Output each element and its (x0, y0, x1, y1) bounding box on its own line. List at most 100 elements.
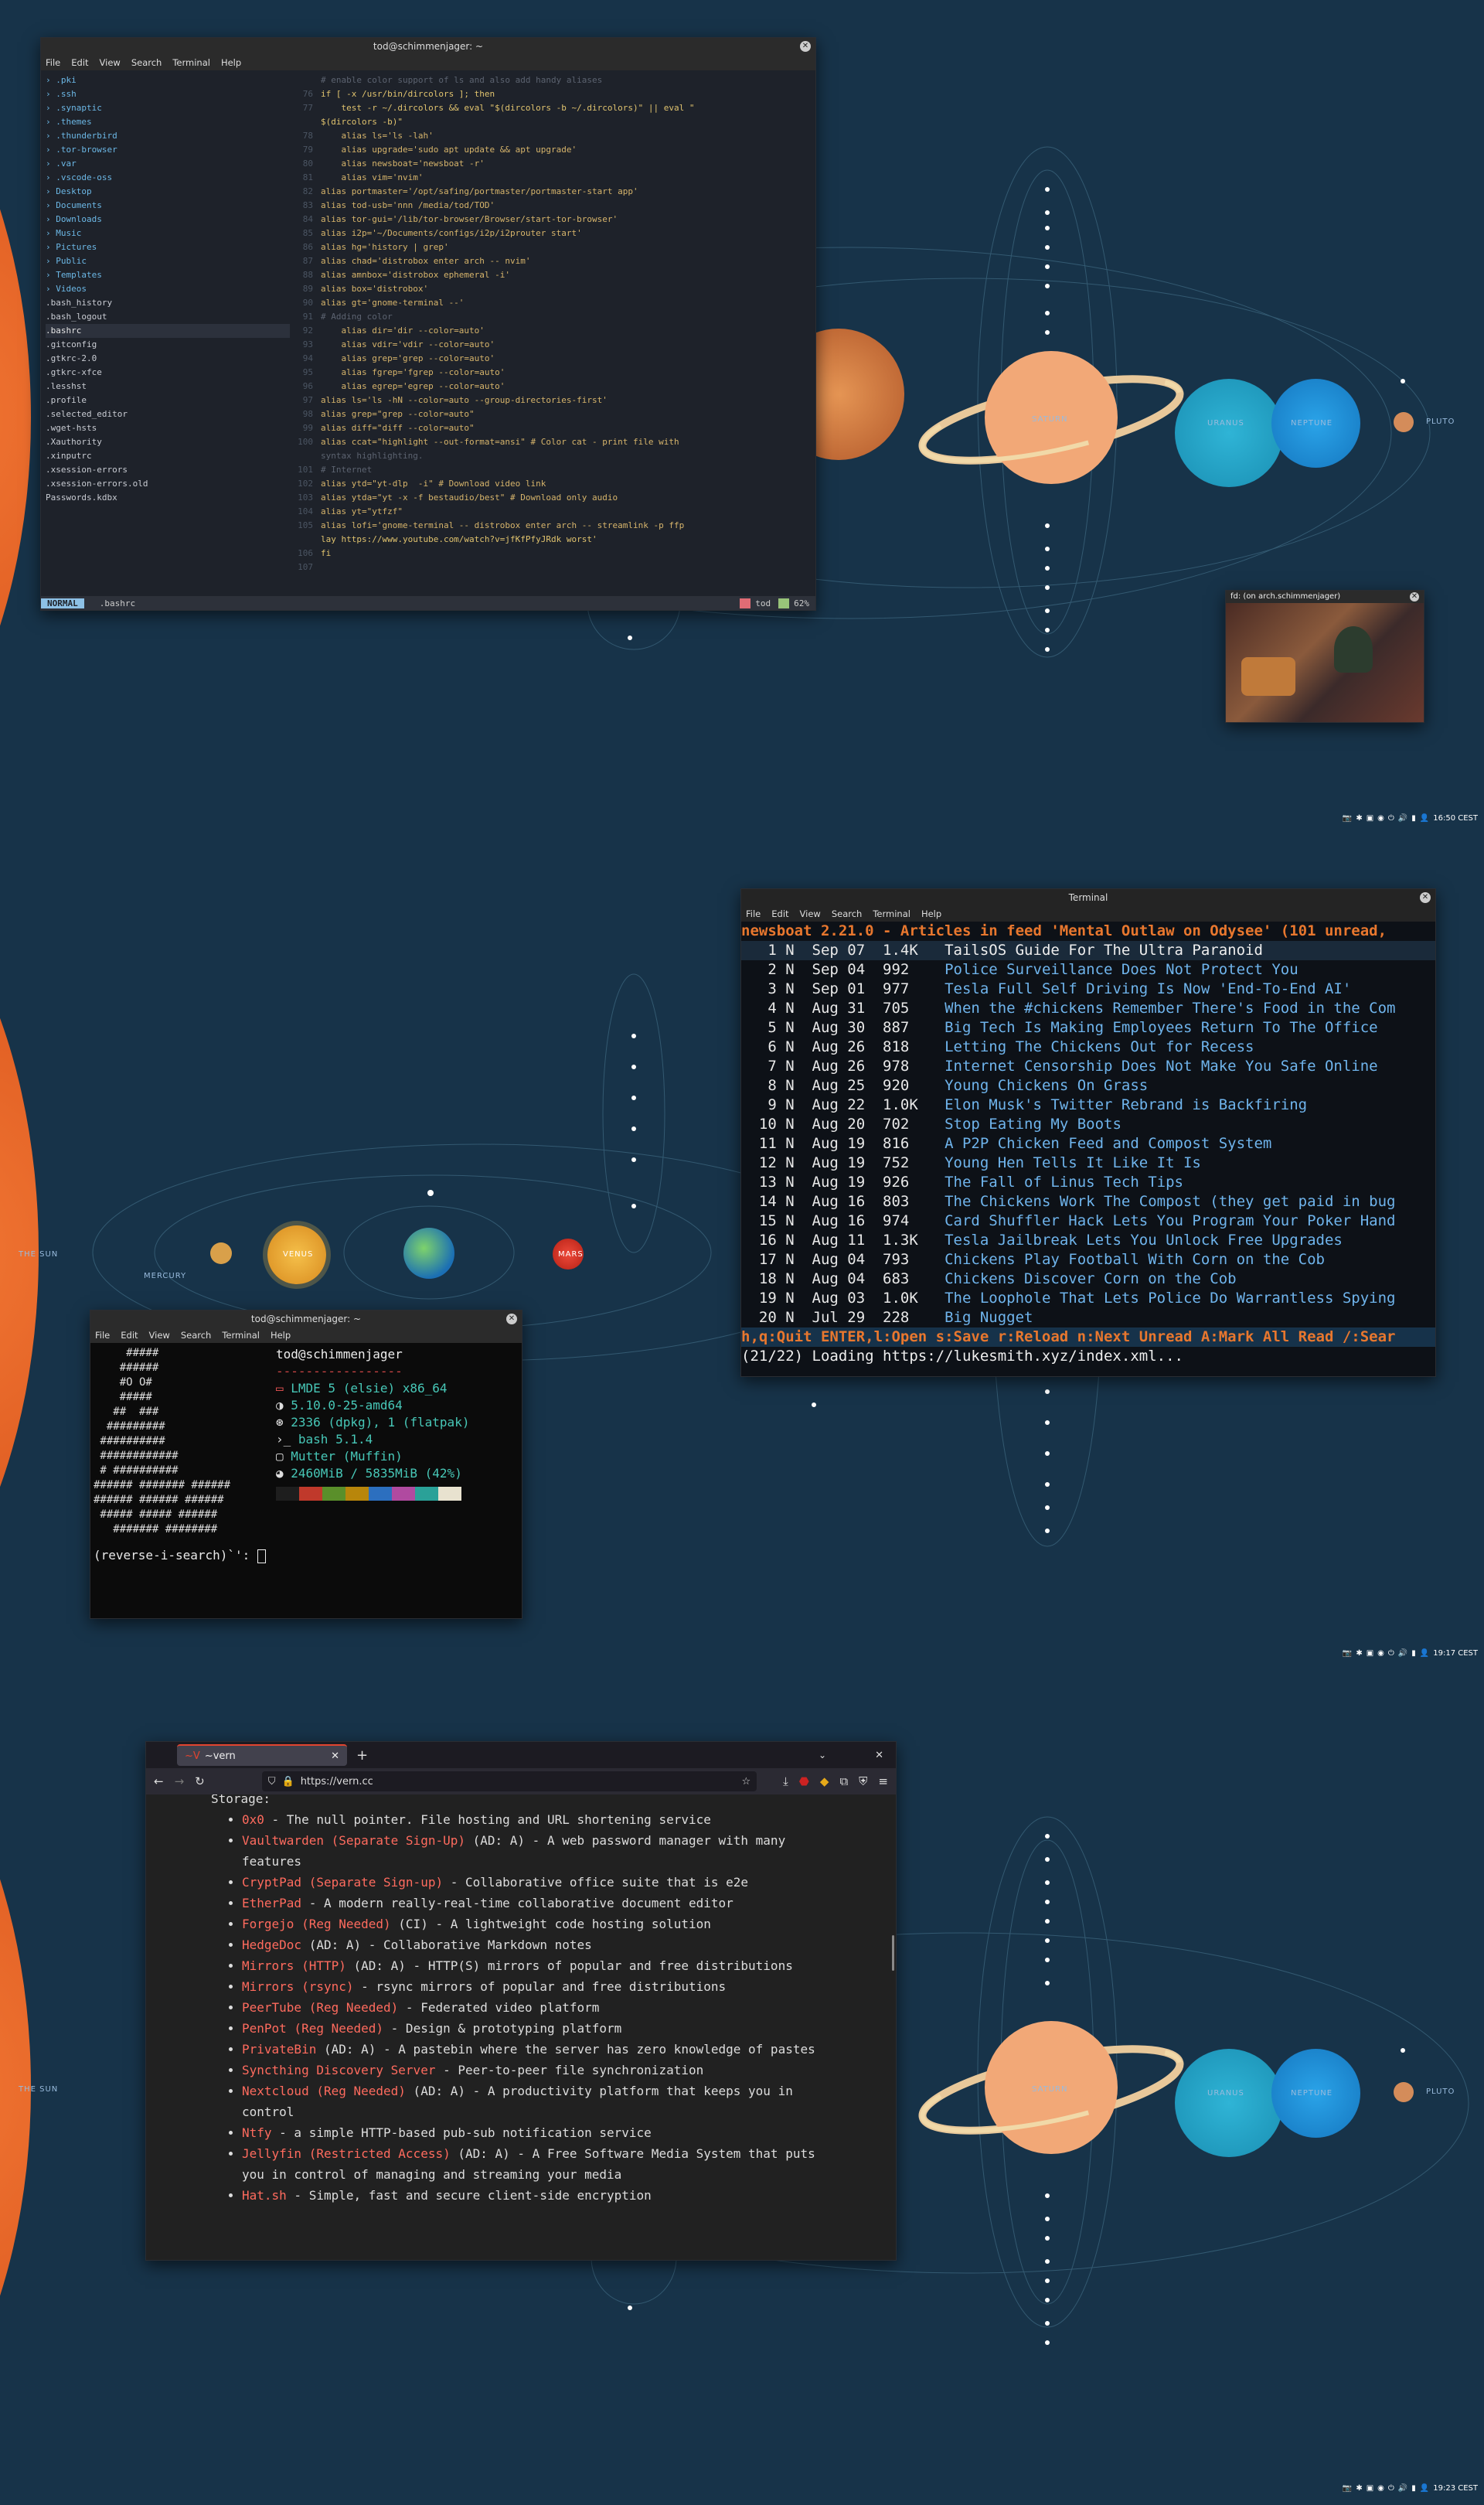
tree-file[interactable]: .selected_editor (46, 407, 290, 421)
extensions-icon[interactable]: ⧉ (839, 1774, 848, 1788)
tree-folder[interactable]: › .thunderbird (46, 129, 290, 143)
reload-icon[interactable]: ↻ (195, 1774, 205, 1788)
tree-file[interactable]: .gtkrc-xfce (46, 366, 290, 380)
clock[interactable]: 19:17 CEST (1433, 1649, 1478, 1658)
scrollbar[interactable] (892, 1935, 894, 1971)
terminal-window-newsboat[interactable]: Terminal ✕ File Edit View Search Terminal… (740, 888, 1436, 1377)
tree-file[interactable]: Passwords.kdbx (46, 491, 290, 505)
article-row[interactable]: 20 N Jul 29 228 Big Nugget (741, 1308, 1435, 1327)
article-row[interactable]: 8 N Aug 25 920 Young Chickens On Grass (741, 1076, 1435, 1096)
article-row[interactable]: 3 N Sep 01 977 Tesla Full Self Driving I… (741, 980, 1435, 999)
article-row[interactable]: 12 N Aug 19 752 Young Hen Tells It Like … (741, 1154, 1435, 1173)
tree-folder[interactable]: › Templates (46, 268, 290, 282)
terminal-window-vim[interactable]: tod@schimmenjager: ~ ✕ File Edit View Sea… (40, 37, 816, 611)
service-link[interactable]: Nextcloud (Reg Needed) (242, 2084, 406, 2098)
tree-file[interactable]: .profile (46, 394, 290, 407)
user-icon[interactable]: 👤 (1420, 2484, 1429, 2493)
service-link[interactable]: Forgejo (Reg Needed) (242, 1917, 391, 1931)
battery-icon[interactable]: ▮ (1411, 814, 1416, 823)
forward-icon[interactable]: → (175, 1774, 185, 1788)
article-row[interactable]: 5 N Aug 30 887 Big Tech Is Making Employ… (741, 1018, 1435, 1038)
service-link[interactable]: PeerTube (Reg Needed) (242, 2000, 398, 2015)
close-icon[interactable]: ✕ (1410, 592, 1419, 602)
menu-view[interactable]: View (800, 908, 821, 919)
service-link[interactable]: Hat.sh (242, 2188, 287, 2203)
tree-file[interactable]: .xinputrc (46, 449, 290, 463)
tree-file[interactable]: .bash_history (46, 296, 290, 310)
tree-file[interactable]: .wget-hsts (46, 421, 290, 435)
power-icon[interactable]: ⏻ (1388, 2484, 1394, 2493)
menu-help[interactable]: Help (271, 1330, 291, 1341)
menu-search[interactable]: Search (131, 57, 162, 68)
article-row[interactable]: 7 N Aug 26 978 Internet Censorship Does … (741, 1057, 1435, 1076)
article-row[interactable]: 1 N Sep 07 1.4K TailsOS Guide For The Ul… (741, 941, 1435, 960)
ublock-icon[interactable]: ⬣ (799, 1774, 809, 1788)
service-link[interactable]: PenPot (Reg Needed) (242, 2021, 383, 2036)
service-link[interactable]: HedgeDoc (242, 1938, 301, 1952)
tree-folder[interactable]: › Documents (46, 199, 290, 213)
article-row[interactable]: 6 N Aug 26 818 Letting The Chickens Out … (741, 1038, 1435, 1057)
power-icon[interactable]: ⏻ (1388, 1649, 1394, 1658)
article-row[interactable]: 14 N Aug 16 803 The Chickens Work The Co… (741, 1192, 1435, 1212)
article-row[interactable]: 2 N Sep 04 992 Police Surveillance Does … (741, 960, 1435, 980)
service-link[interactable]: Vaultwarden (Separate Sign-Up) (242, 1833, 465, 1848)
clock[interactable]: 16:50 CEST (1433, 814, 1478, 823)
bluetooth-icon[interactable]: ✱ (1356, 2484, 1362, 2493)
lock-icon[interactable]: 🔒 (282, 1776, 294, 1788)
camera-icon[interactable]: 📷 (1343, 1649, 1352, 1658)
volume-icon[interactable]: 🔊 (1398, 814, 1407, 823)
pip-video-window[interactable]: fd: (on arch.schimmenjager) ✕ (1225, 590, 1424, 723)
tree-folder[interactable]: › Videos (46, 282, 290, 296)
article-row[interactable]: 10 N Aug 20 702 Stop Eating My Boots (741, 1115, 1435, 1134)
tree-folder[interactable]: › Downloads (46, 213, 290, 227)
article-row[interactable]: 15 N Aug 16 974 Card Shuffler Hack Lets … (741, 1212, 1435, 1231)
bluetooth-icon[interactable]: ✱ (1356, 1649, 1362, 1658)
volume-icon[interactable]: 🔊 (1398, 2484, 1407, 2493)
tree-file[interactable]: .xsession-errors (46, 463, 290, 477)
tree-folder[interactable]: › Public (46, 254, 290, 268)
article-row[interactable]: 19 N Aug 03 1.0K The Loophole That Lets … (741, 1289, 1435, 1308)
tree-file[interactable]: .bash_logout (46, 310, 290, 324)
service-link[interactable]: Ntfy (242, 2125, 272, 2140)
network-icon[interactable]: ◉ (1377, 814, 1384, 823)
tab-vern[interactable]: ~V ~vern ✕ (177, 1744, 347, 1766)
network-icon[interactable]: ◉ (1377, 1649, 1384, 1658)
window-close-icon[interactable]: ✕ (875, 1750, 883, 1761)
clipboard-icon[interactable]: ▣ (1367, 2484, 1373, 2493)
menu-terminal[interactable]: Terminal (172, 57, 210, 68)
menu-file[interactable]: File (46, 57, 60, 68)
menu-help[interactable]: Help (921, 908, 941, 919)
tree-folder[interactable]: › .var (46, 157, 290, 171)
tree-folder[interactable]: › Pictures (46, 240, 290, 254)
bookmark-star-icon[interactable]: ☆ (741, 1776, 751, 1788)
menu-terminal[interactable]: Terminal (222, 1330, 260, 1341)
article-row[interactable]: 16 N Aug 11 1.3K Tesla Jailbreak Lets Yo… (741, 1231, 1435, 1250)
file-tree[interactable]: › .pki › .ssh › .synaptic › .themes › .thund… (46, 73, 290, 505)
network-icon[interactable]: ◉ (1377, 2484, 1384, 2493)
terminal-window-fetch[interactable]: tod@schimmenjager: ~ ✕ File Edit View Sea… (90, 1310, 522, 1619)
list-tabs-icon[interactable]: ⌄ (819, 1750, 826, 1760)
article-row[interactable]: 9 N Aug 22 1.0K Elon Musk's Twitter Rebr… (741, 1096, 1435, 1115)
article-row[interactable]: 18 N Aug 04 683 Chickens Discover Corn o… (741, 1270, 1435, 1289)
menu-view[interactable]: View (100, 57, 121, 68)
user-icon[interactable]: 👤 (1420, 814, 1429, 823)
tree-folder[interactable]: › .pki (46, 73, 290, 87)
url-bar[interactable]: ⛉ 🔒 https://vern.cc ☆ (261, 1771, 757, 1791)
clipboard-icon[interactable]: ▣ (1367, 814, 1373, 823)
shield-icon[interactable]: ⛉ (268, 1776, 276, 1788)
tree-folder[interactable]: › .themes (46, 115, 290, 129)
reverse-search-prompt[interactable]: (reverse-i-search)`': (94, 1548, 266, 1563)
service-link[interactable]: PrivateBin (242, 2042, 316, 2057)
tree-folder[interactable]: › Music (46, 227, 290, 240)
close-icon[interactable]: ✕ (506, 1314, 517, 1324)
browser-window[interactable]: ~V ~vern ✕ + ⌄ ✕ ← → ↻ ⛉ 🔒 https://vern.c… (145, 1741, 897, 2261)
battery-icon[interactable]: ▮ (1411, 2484, 1416, 2493)
extension-icon[interactable]: ◆ (820, 1774, 829, 1788)
camera-icon[interactable]: 📷 (1343, 2484, 1352, 2493)
service-link[interactable]: Syncthing Discovery Server (242, 2063, 435, 2077)
article-row[interactable]: 11 N Aug 19 816 A P2P Chicken Feed and C… (741, 1134, 1435, 1154)
menu-terminal[interactable]: Terminal (873, 908, 910, 919)
battery-icon[interactable]: ▮ (1411, 1649, 1416, 1658)
article-row[interactable]: 4 N Aug 31 705 When the #chickens Rememb… (741, 999, 1435, 1018)
tree-folder[interactable]: › .vscode-oss (46, 171, 290, 185)
